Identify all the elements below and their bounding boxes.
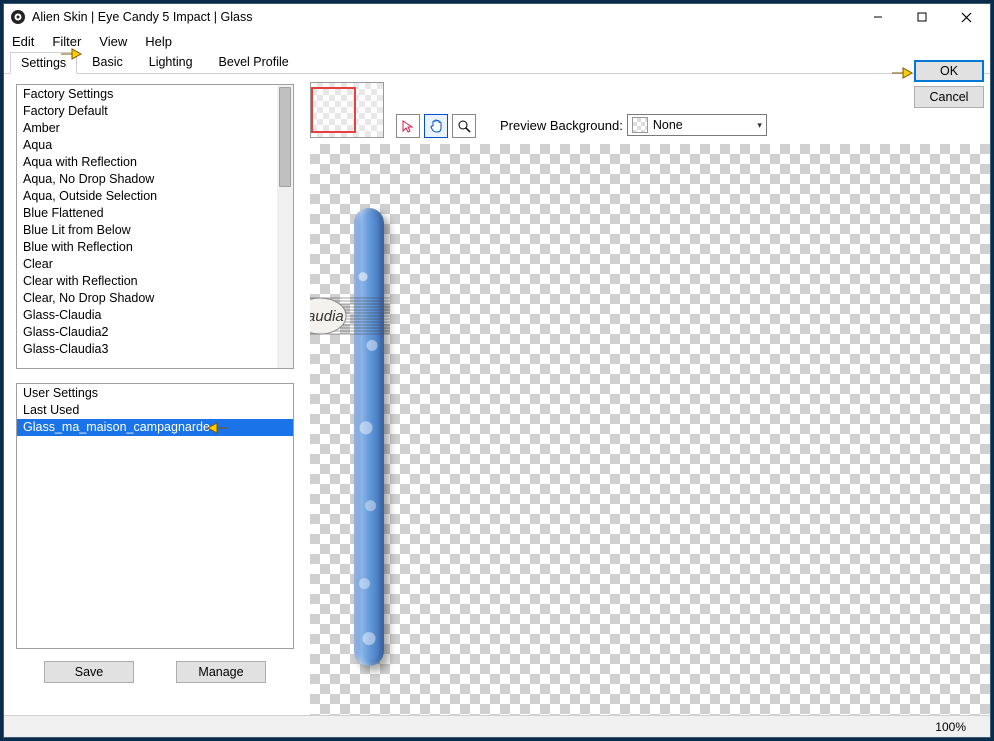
hand-tool-button[interactable] [424,114,448,138]
preview-background-select[interactable]: None ▾ [627,114,767,136]
list-item[interactable]: Last Used [17,402,293,419]
pointer-annotation-icon [207,420,229,436]
scrollbar[interactable] [277,85,293,368]
selection-rect [311,87,356,133]
list-item[interactable]: Factory Default [17,103,293,120]
thumbnail-preview[interactable] [310,82,384,138]
dialog-buttons: OK Cancel [914,60,984,108]
menu-help[interactable]: Help [145,34,172,49]
tab-lighting[interactable]: Lighting [138,51,204,73]
user-settings-list[interactable]: User Settings Last UsedGlass_ma_maison_c… [16,383,294,649]
list-item[interactable]: Aqua, Outside Selection [17,188,293,205]
close-button[interactable] [944,4,988,30]
zoom-tool-button[interactable] [452,114,476,138]
pointer-annotation-icon [60,46,82,62]
minimize-button[interactable] [856,4,900,30]
list-item[interactable]: Blue with Reflection [17,239,293,256]
factory-settings-header: Factory Settings [17,85,293,103]
list-item[interactable]: Clear [17,256,293,273]
cancel-button[interactable]: Cancel [914,86,984,108]
main-area: Factory Settings Factory DefaultAmberAqu… [4,74,990,715]
dialog-window: Alien Skin | Eye Candy 5 Impact | Glass … [3,3,991,738]
zoom-level: 100% [935,720,966,734]
tab-basic[interactable]: Basic [81,51,134,73]
list-item[interactable]: Blue Lit from Below [17,222,293,239]
list-item[interactable]: Glass_ma_maison_campagnarde [17,419,293,436]
title-bar: Alien Skin | Eye Candy 5 Impact | Glass [4,4,990,30]
list-item[interactable]: Aqua with Reflection [17,154,293,171]
app-icon [10,9,26,25]
list-item[interactable]: Blue Flattened [17,205,293,222]
ok-button[interactable]: OK [914,60,984,82]
preview-canvas[interactable]: claudia [310,144,990,715]
swatch-icon [632,117,648,133]
list-item[interactable]: Clear with Reflection [17,273,293,290]
list-item[interactable]: Aqua [17,137,293,154]
menu-bar: Edit Filter View Help [4,30,990,52]
tabs: Settings Basic Lighting Bevel Profile [4,52,990,74]
preview-toolbar: Preview Background: None ▾ OK Cancel [302,74,990,136]
settings-buttons: Save Manage [16,661,294,683]
list-item[interactable]: Amber [17,120,293,137]
pointer-tool-button[interactable] [396,114,420,138]
glass-effect-preview [354,208,384,666]
preview-background-label: Preview Background: [500,118,623,133]
list-item[interactable]: Aqua, No Drop Shadow [17,171,293,188]
save-button[interactable]: Save [44,661,134,683]
list-item[interactable]: Clear, No Drop Shadow [17,290,293,307]
preview-background-row: Preview Background: None ▾ [500,114,767,136]
window-title: Alien Skin | Eye Candy 5 Impact | Glass [32,10,856,24]
list-item[interactable]: Glass-Claudia3 [17,341,293,358]
menu-edit[interactable]: Edit [12,34,34,49]
user-settings-header: User Settings [17,384,293,402]
list-item[interactable]: Glass-Claudia [17,307,293,324]
status-bar: 100% [4,715,990,737]
settings-panel: Factory Settings Factory DefaultAmberAqu… [4,74,302,715]
scrollbar-thumb[interactable] [279,87,291,187]
svg-text:claudia: claudia [310,308,344,325]
factory-settings-list[interactable]: Factory Settings Factory DefaultAmberAqu… [16,84,294,369]
preview-panel: Preview Background: None ▾ OK Cancel [302,74,990,715]
manage-button[interactable]: Manage [176,661,266,683]
tab-bevel-profile[interactable]: Bevel Profile [208,51,300,73]
pointer-annotation-icon [891,65,913,81]
list-item[interactable]: Glass-Claudia2 [17,324,293,341]
maximize-button[interactable] [900,4,944,30]
preview-background-value: None [653,118,683,132]
menu-view[interactable]: View [99,34,127,49]
chevron-down-icon: ▾ [757,120,762,131]
